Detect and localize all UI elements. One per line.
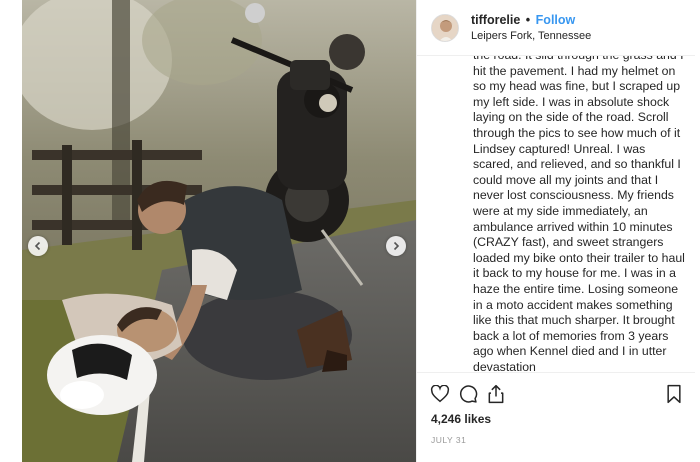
username-link[interactable]: tifforelie xyxy=(471,13,520,27)
photo-image xyxy=(22,0,416,462)
heart-icon xyxy=(430,385,450,403)
chevron-right-icon xyxy=(393,241,400,251)
share-icon xyxy=(488,384,504,404)
likes-count[interactable]: 4,246 likes xyxy=(431,412,491,426)
caption-scroll-area[interactable]: the road. It slid through the grass and … xyxy=(473,56,685,372)
post-side-panel: tifforelie • Follow Leipers Fork, Tennes… xyxy=(416,0,695,462)
avatar[interactable] xyxy=(431,14,459,42)
bookmark-icon xyxy=(667,384,681,404)
instagram-post: tifforelie • Follow Leipers Fork, Tennes… xyxy=(22,0,695,462)
chevron-left-icon xyxy=(34,241,41,251)
separator-dot: • xyxy=(525,13,531,27)
post-date[interactable]: JULY 31 xyxy=(431,435,466,445)
comment-icon xyxy=(459,385,478,403)
post-actions: 4,246 likes JULY 31 xyxy=(417,372,695,462)
username-row: tifforelie • Follow xyxy=(471,13,575,27)
location-link[interactable]: Leipers Fork, Tennessee xyxy=(471,30,591,42)
caption-text: the road. It slid through the grass and … xyxy=(473,56,685,372)
like-button[interactable] xyxy=(429,383,451,405)
prev-photo-button[interactable] xyxy=(28,236,48,256)
follow-button[interactable]: Follow xyxy=(536,13,576,27)
avatar-image xyxy=(432,15,458,41)
post-photo[interactable] xyxy=(22,0,416,462)
save-button[interactable] xyxy=(663,383,685,405)
post-header: tifforelie • Follow Leipers Fork, Tennes… xyxy=(417,0,695,56)
share-button[interactable] xyxy=(485,383,507,405)
next-photo-button[interactable] xyxy=(386,236,406,256)
comment-button[interactable] xyxy=(457,383,479,405)
